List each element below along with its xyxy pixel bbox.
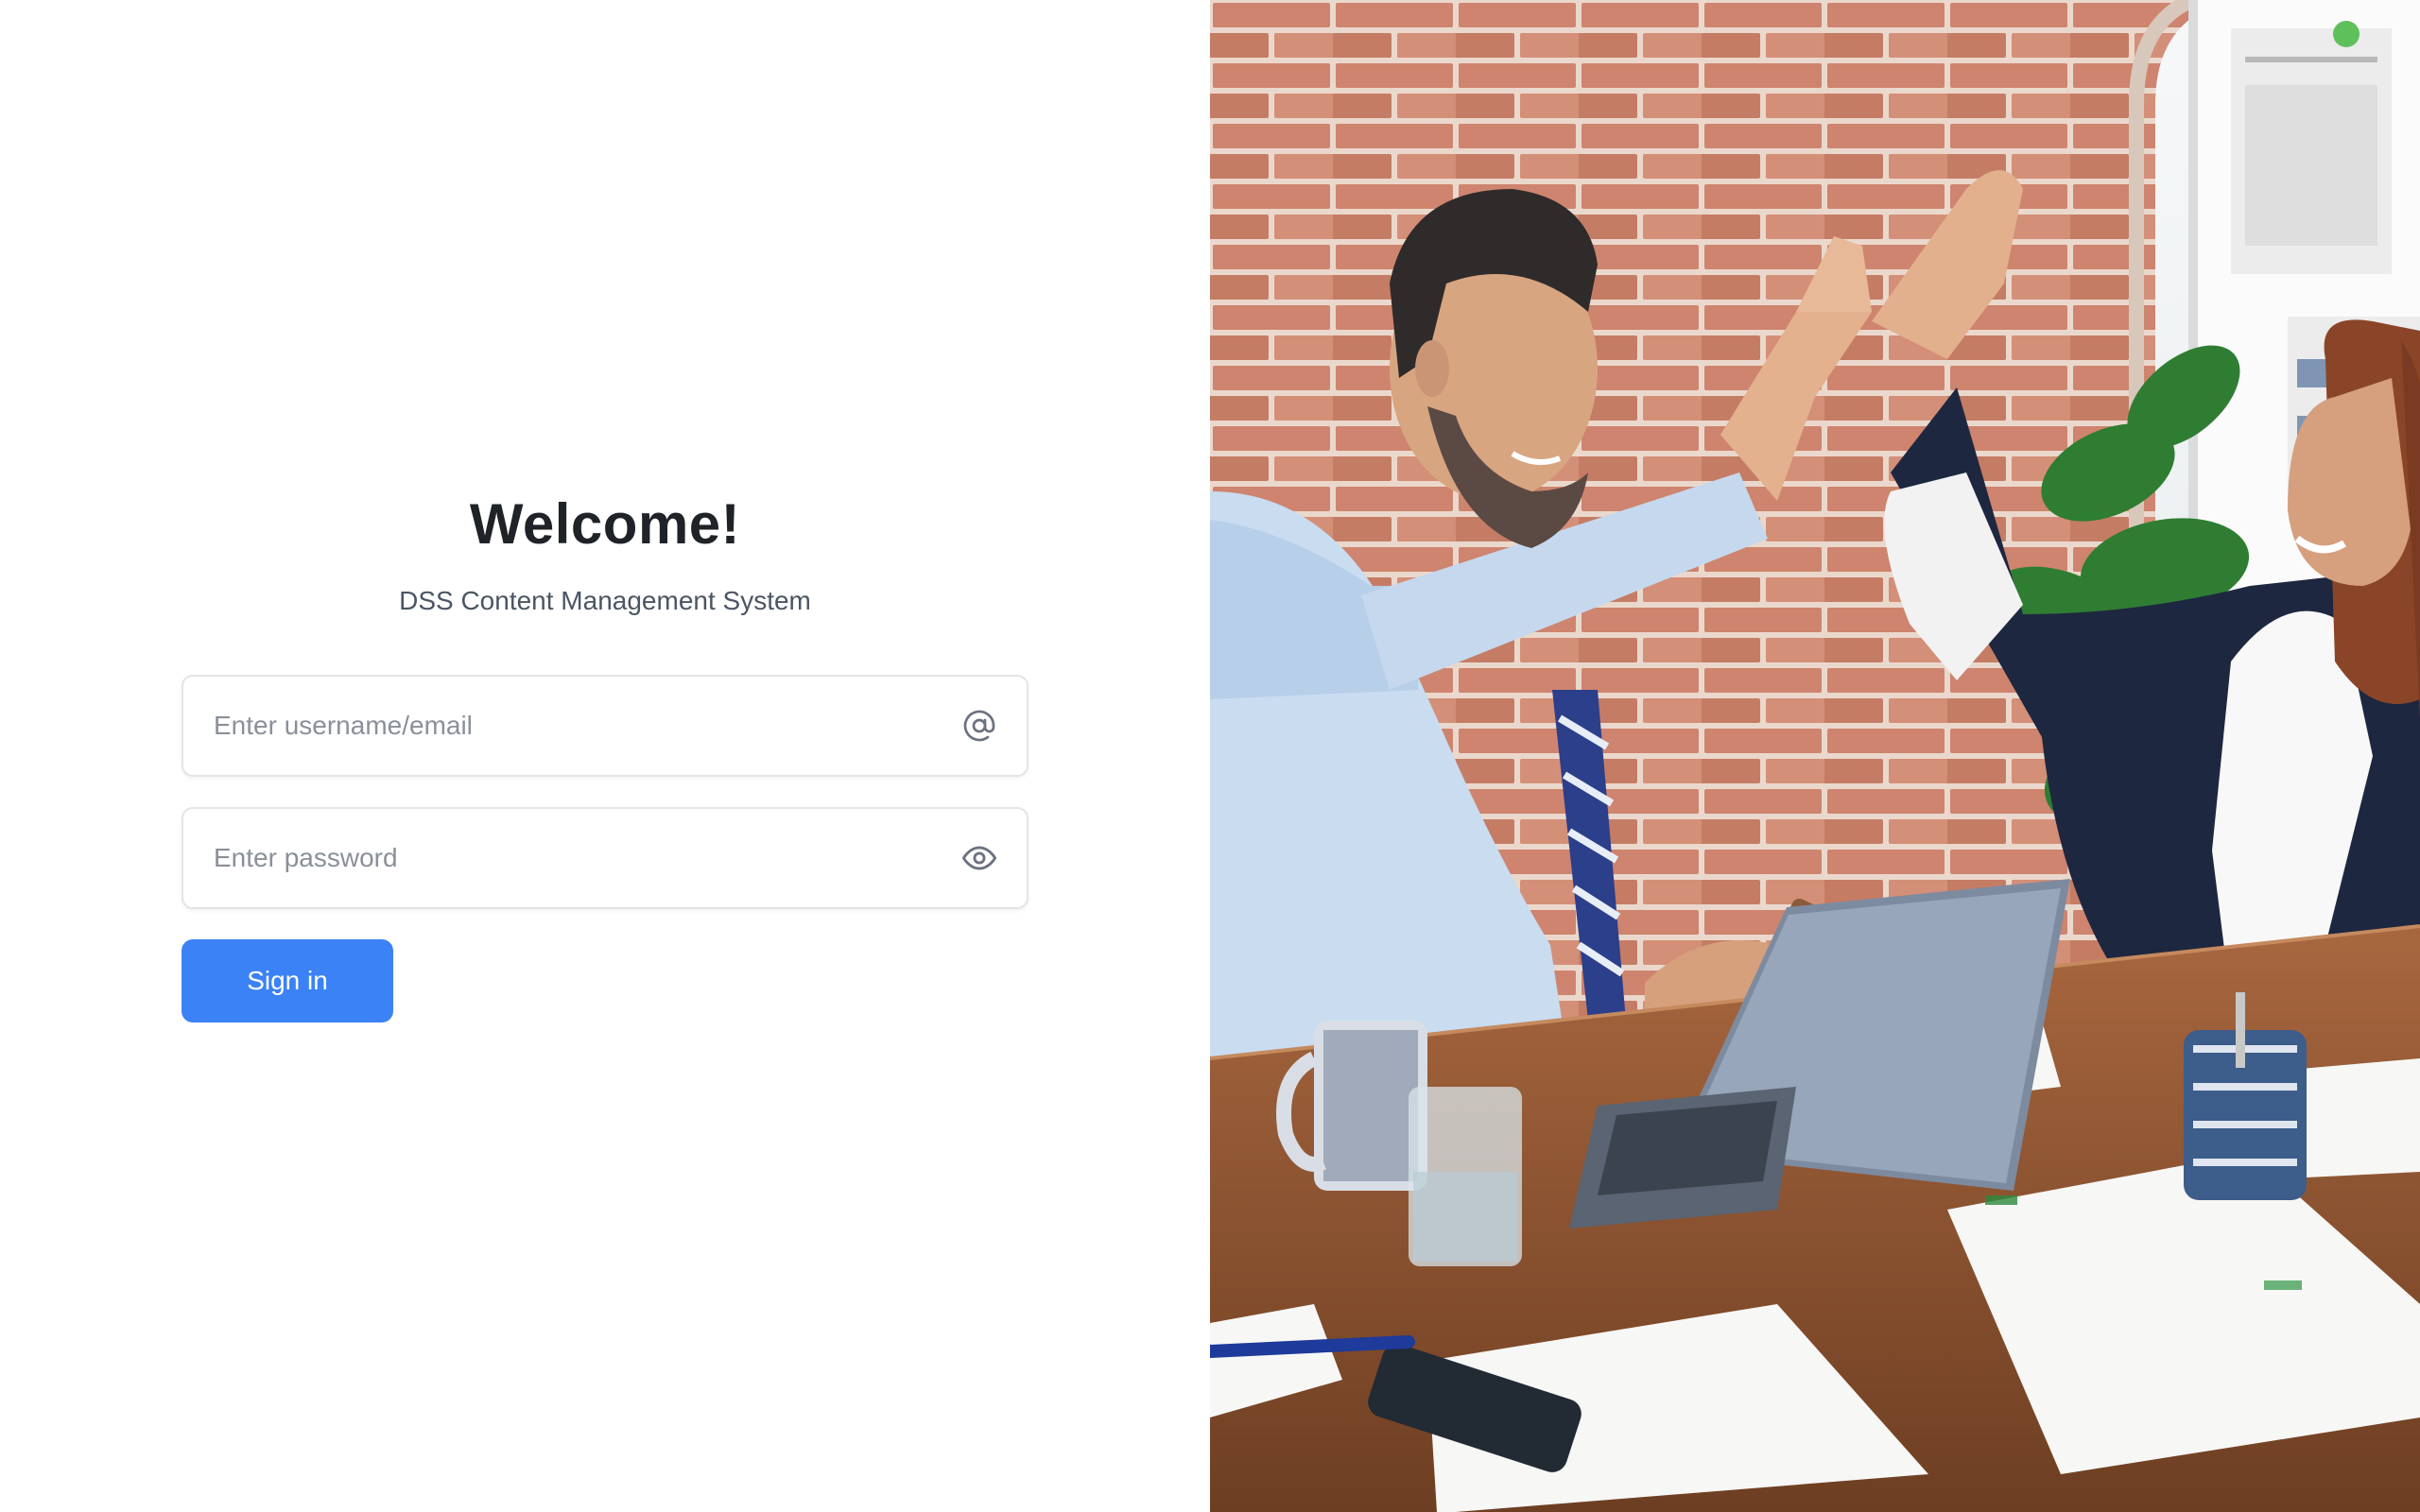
page-title: Welcome! [469, 492, 741, 556]
username-input[interactable] [183, 677, 1027, 775]
login-form: Welcome! DSS Content Management System E… [182, 482, 1028, 1022]
login-panel: Welcome! DSS Content Management System E… [0, 0, 1210, 1512]
at-sign-icon [960, 707, 998, 745]
password-input[interactable] [183, 809, 1027, 907]
signin-button[interactable]: Sign in [182, 939, 393, 1022]
hero-image [1210, 0, 2420, 1512]
username-field [182, 675, 1028, 777]
login-page: Welcome! DSS Content Management System E… [0, 0, 2420, 1512]
password-field [182, 807, 1028, 909]
eye-icon[interactable] [960, 839, 998, 877]
office-photo [1210, 0, 2420, 1512]
page-subtitle: DSS Content Management System [399, 586, 811, 615]
